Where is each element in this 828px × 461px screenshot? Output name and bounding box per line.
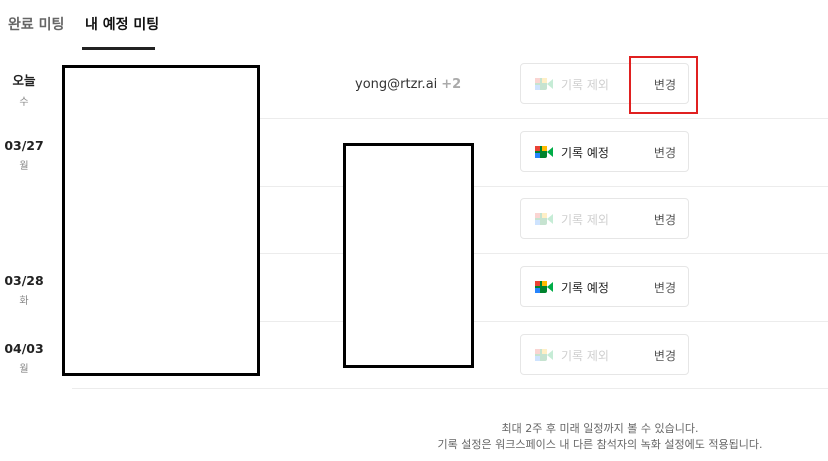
date-day: 03/27 (4, 138, 44, 153)
change-button[interactable]: 변경 (654, 347, 676, 364)
date-today: 오늘 수 (1, 70, 47, 108)
meeting-tabs: 완료 미팅 내 예정 미팅 (0, 0, 828, 52)
google-meet-icon (535, 78, 553, 90)
date-0327: 03/27 월 (1, 138, 47, 172)
highlight-box (629, 56, 698, 114)
attendee-email: yong@rtzr.ai (355, 77, 438, 92)
recording-setting-row: 기록 예정 변경 (520, 131, 689, 172)
date-0328: 03/28 화 (1, 273, 47, 307)
row-divider (72, 388, 828, 389)
date-day: 03/28 (4, 273, 44, 288)
recording-status-label: 기록 예정 (561, 281, 609, 295)
change-button[interactable]: 변경 (654, 279, 676, 296)
date-day: 04/03 (4, 341, 44, 356)
change-button[interactable]: 변경 (654, 211, 676, 228)
footer-line-1: 최대 2주 후 미래 일정까지 볼 수 있습니다. (501, 422, 699, 435)
recording-status-label: 기록 제외 (561, 213, 609, 227)
google-meet-icon (535, 213, 553, 225)
date-weekday: 월 (19, 161, 29, 172)
recording-status-label: 기록 제외 (561, 349, 609, 363)
google-meet-icon (535, 281, 553, 293)
attendee-more-count[interactable]: +2 (441, 77, 461, 92)
date-weekday: 월 (19, 364, 29, 375)
date-0403: 04/03 월 (1, 341, 47, 375)
recording-setting-row: 기록 제외 변경 (520, 334, 689, 375)
date-day: 오늘 (12, 73, 36, 88)
attendee-info: yong@rtzr.ai +2 (355, 77, 461, 92)
tab-completed-meetings[interactable]: 완료 미팅 (8, 14, 64, 34)
google-meet-icon (535, 349, 553, 361)
redacted-attendees (343, 143, 474, 368)
recording-status-label: 기록 예정 (561, 146, 609, 160)
footer-note: 최대 2주 후 미래 일정까지 볼 수 있습니다. 기록 설정은 워크스페이스 … (400, 421, 800, 453)
active-tab-indicator (82, 47, 155, 50)
recording-setting-row: 기록 예정 변경 (520, 266, 689, 307)
recording-status-label: 기록 제외 (561, 78, 609, 92)
date-weekday: 수 (19, 97, 29, 108)
google-meet-icon (535, 146, 553, 158)
change-button[interactable]: 변경 (654, 144, 676, 161)
recording-setting-row: 기록 제외 변경 (520, 198, 689, 239)
footer-line-2: 기록 설정은 워크스페이스 내 다른 참석자의 녹화 설정에도 적용됩니다. (437, 438, 763, 451)
tab-my-scheduled-meetings[interactable]: 내 예정 미팅 (85, 14, 159, 34)
redacted-meeting-titles (62, 65, 260, 376)
date-weekday: 화 (19, 296, 29, 307)
